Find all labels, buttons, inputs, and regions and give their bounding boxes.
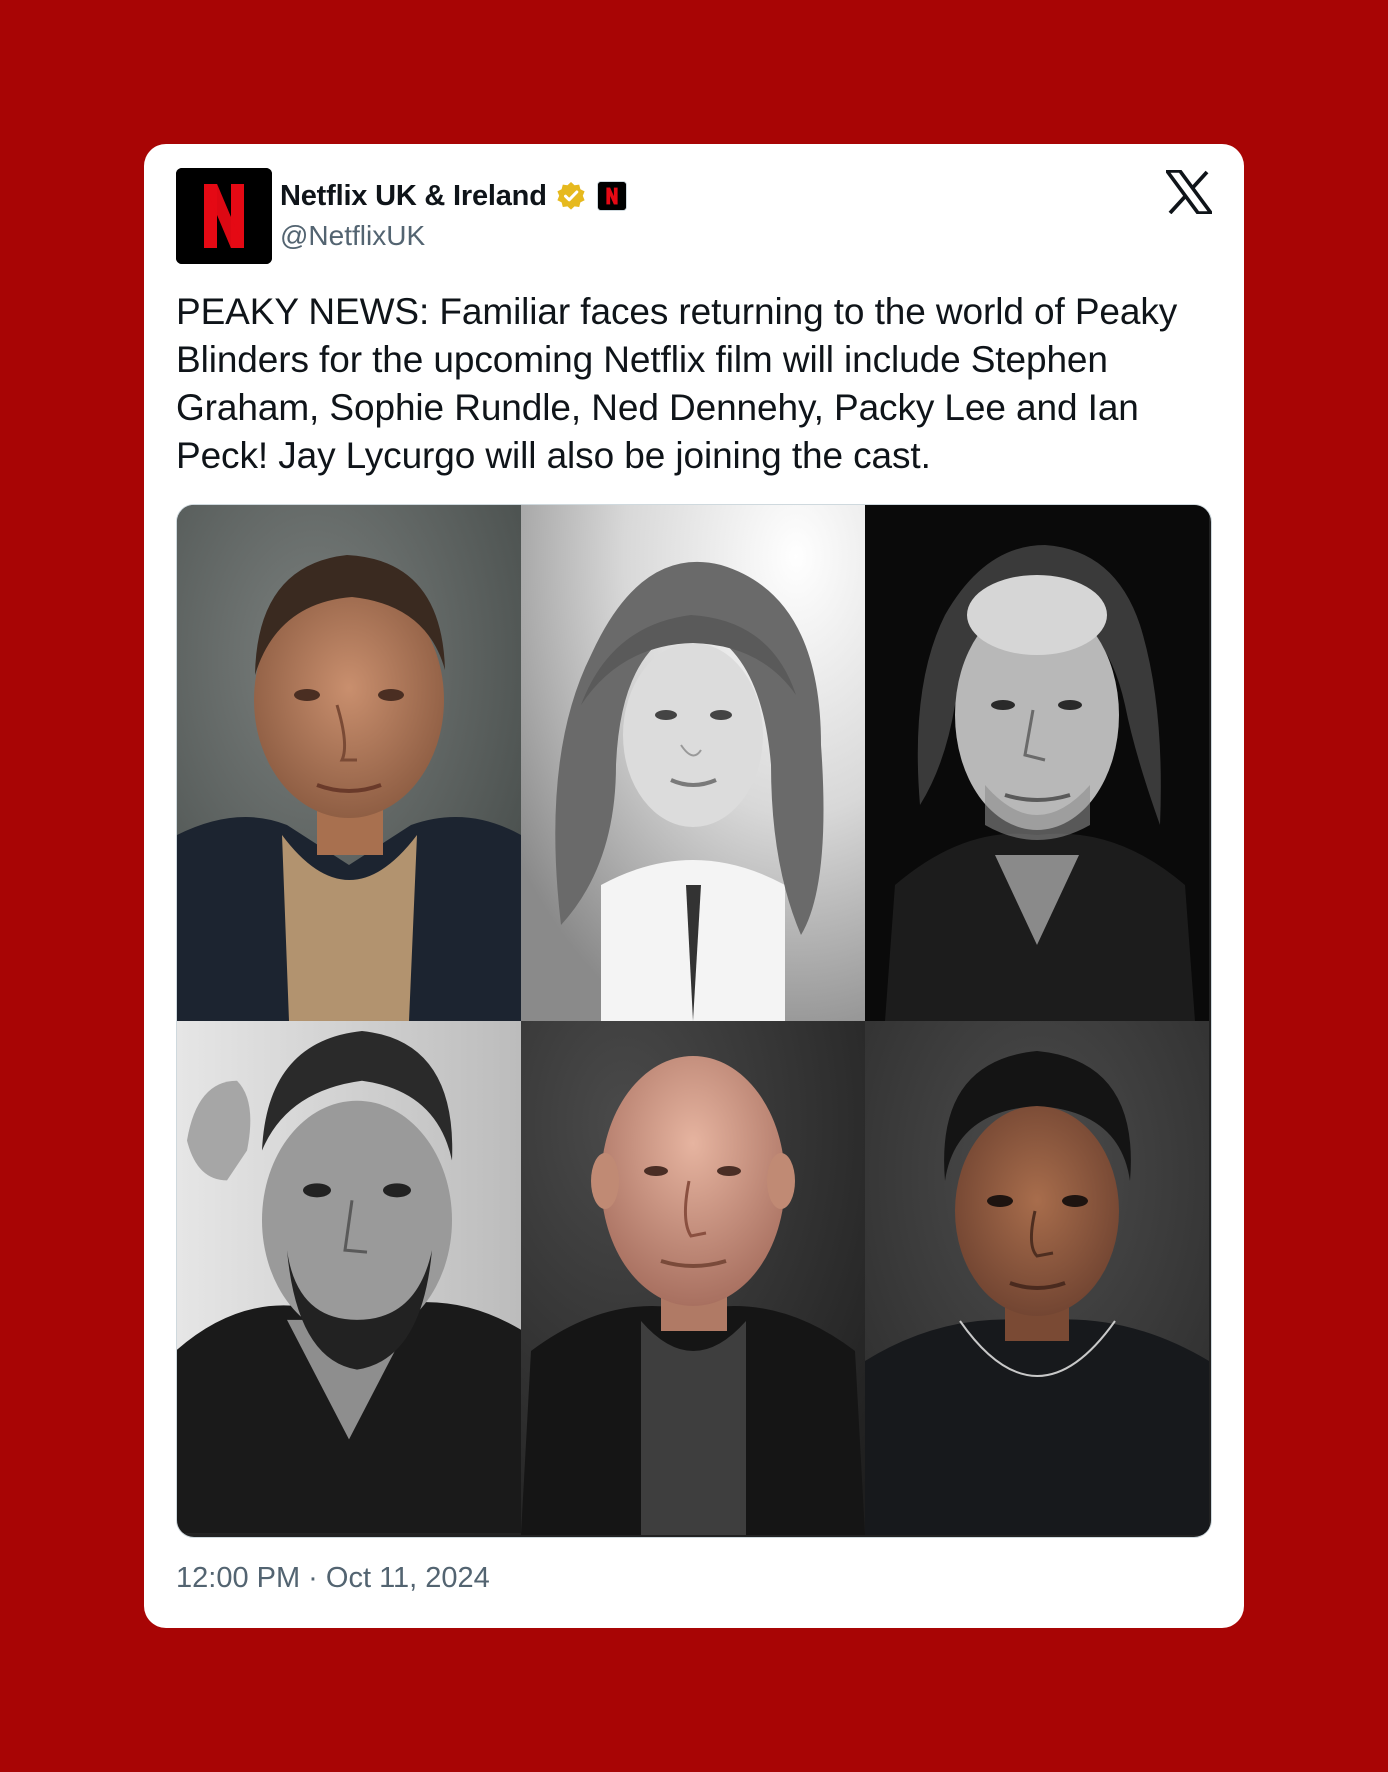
x-logo-icon[interactable] — [1166, 170, 1212, 214]
portrait-photo — [865, 1021, 1209, 1535]
cast-photo[interactable] — [177, 1021, 521, 1535]
author-name-row: Netflix UK & Ireland — [280, 176, 627, 216]
cast-photo[interactable] — [177, 505, 521, 1021]
netflix-affiliate-badge-icon[interactable] — [596, 181, 627, 211]
tweet-timestamp[interactable]: 12:00 PM · Oct 11, 2024 — [176, 1562, 490, 1595]
tweet-card: Netflix UK & Ireland @NetflixUK PEAKY NE… — [144, 144, 1244, 1628]
author-display-name[interactable]: Netflix UK & Ireland — [280, 180, 547, 213]
portrait-photo — [865, 505, 1209, 1021]
portrait-photo — [177, 505, 521, 1021]
author-handle[interactable]: @NetflixUK — [280, 220, 425, 252]
cast-photo[interactable] — [521, 1021, 865, 1535]
netflix-avatar[interactable] — [176, 168, 272, 264]
portrait-photo — [521, 1021, 865, 1535]
verified-badge-icon — [557, 182, 585, 210]
portrait-photo — [521, 505, 865, 1021]
cast-photo[interactable] — [521, 505, 865, 1021]
tweet-media-grid[interactable] — [176, 504, 1212, 1538]
portrait-photo — [177, 1021, 521, 1534]
tweet-text: PEAKY NEWS: Familiar faces returning to … — [176, 291, 1178, 476]
netflix-logo-icon — [176, 168, 272, 264]
cast-photo[interactable] — [865, 1021, 1209, 1535]
cast-photo[interactable] — [865, 505, 1209, 1021]
